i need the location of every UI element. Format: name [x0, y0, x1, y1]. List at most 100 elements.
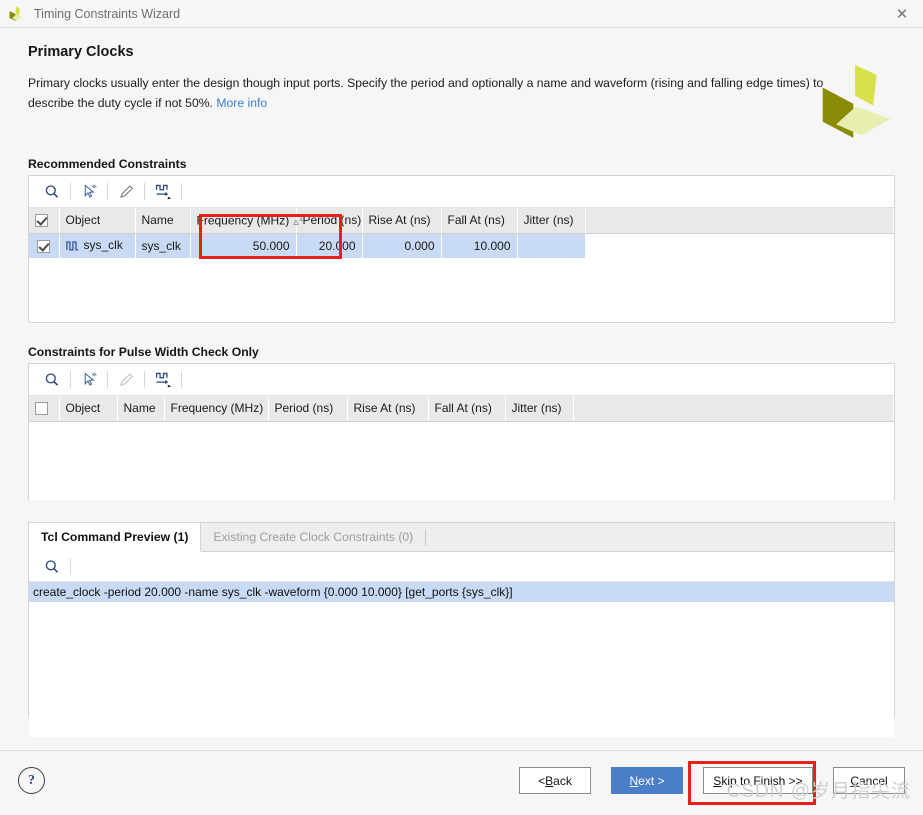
window-titlebar: Timing Constraints Wizard ✕: [0, 0, 923, 28]
tab-divider: [425, 528, 427, 546]
recommended-constraints-table: Object Name Frequency (MHz) ▵1 Period (ns…: [29, 208, 894, 259]
table-header-row: Object Name Frequency (MHz) Period (ns) …: [29, 396, 894, 422]
column-header-frequency-label: Frequency (MHz): [196, 213, 290, 228]
skip-to-finish-button-post: kip to Finish >>: [721, 773, 803, 788]
cell-filler: [585, 233, 894, 259]
xilinx-logo-icon: [6, 4, 26, 24]
column-header-name[interactable]: Name: [117, 396, 165, 422]
column-header-jitter[interactable]: Jitter (ns): [517, 208, 586, 234]
next-button[interactable]: Next >: [611, 767, 683, 794]
cell-object: sys_clk: [59, 233, 136, 259]
tcl-command-line[interactable]: create_clock -period 20.000 -name sys_cl…: [29, 582, 894, 602]
toolbar-divider: [70, 183, 71, 200]
column-header-name[interactable]: Name: [135, 208, 191, 234]
more-info-link[interactable]: More info: [216, 96, 267, 110]
checkbox-glyph: [37, 239, 51, 253]
column-header-fall-at[interactable]: Fall At (ns): [428, 396, 506, 422]
select-objects-icon[interactable]: [74, 367, 104, 393]
cancel-button[interactable]: Cancel: [833, 767, 905, 794]
table-header-row: Object Name Frequency (MHz) ▵1 Period (ns…: [29, 208, 894, 234]
back-button-accel: B: [545, 773, 554, 788]
cell-frequency: 50.000: [190, 233, 297, 259]
sort-ascending-icon: ▵1: [293, 212, 304, 228]
page-header: Primary Clocks Primary clocks usually en…: [0, 28, 923, 138]
toolbar-divider: [107, 183, 108, 200]
close-icon[interactable]: ✕: [881, 0, 923, 28]
checkbox-glyph: [35, 214, 48, 228]
column-header-jitter[interactable]: Jitter (ns): [505, 396, 574, 422]
cell-jitter: [517, 233, 586, 259]
cancel-button-accel: C: [850, 773, 859, 788]
pulse-width-constraints-table: Object Name Frequency (MHz) Period (ns) …: [29, 396, 894, 422]
row-checkbox[interactable]: [29, 233, 60, 259]
edit-pencil-icon[interactable]: [111, 179, 141, 205]
back-button[interactable]: < Back: [519, 767, 591, 794]
page-description: Primary clocks usually enter the design …: [28, 73, 828, 113]
pulse-width-toolbar: [29, 364, 894, 396]
column-header-period[interactable]: Period (ns): [268, 396, 348, 422]
toolbar-divider: [107, 371, 108, 388]
window-title: Timing Constraints Wizard: [34, 6, 181, 21]
preview-tabstrip: Tcl Command Preview (1) Existing Create …: [29, 523, 894, 552]
next-button-post: ext >: [638, 773, 665, 788]
pulse-width-table-empty-area: [29, 421, 894, 500]
column-header-frequency[interactable]: Frequency (MHz): [164, 396, 269, 422]
clock-waveform-icon[interactable]: [148, 367, 178, 393]
column-header-object[interactable]: Object: [59, 396, 118, 422]
toolbar-divider: [181, 183, 182, 200]
xilinx-logo: [811, 56, 901, 146]
cancel-button-post: ancel: [858, 773, 888, 788]
recommended-constraints-title: Recommended Constraints: [28, 157, 187, 171]
help-button[interactable]: ?: [18, 767, 45, 794]
toolbar-divider: [144, 183, 145, 200]
toolbar-divider: [70, 371, 71, 388]
column-header-frequency[interactable]: Frequency (MHz) ▵1: [190, 208, 303, 234]
column-header-rise-at[interactable]: Rise At (ns): [362, 208, 442, 234]
tab-existing-create-clock-constraints-label: Existing Create Clock Constraints (0): [213, 530, 414, 544]
next-button-accel: N: [629, 773, 639, 788]
search-icon[interactable]: [37, 179, 67, 205]
clock-signal-icon: [65, 240, 79, 254]
skip-to-finish-button-accel: S: [713, 773, 722, 788]
tab-tcl-command-preview[interactable]: Tcl Command Preview (1): [29, 523, 202, 552]
search-icon[interactable]: [37, 554, 67, 580]
column-header-filler: [573, 396, 894, 422]
pulse-width-constraints-title: Constraints for Pulse Width Check Only: [28, 345, 259, 359]
tab-existing-create-clock-constraints[interactable]: Existing Create Clock Constraints (0): [201, 523, 426, 551]
select-objects-icon[interactable]: [74, 179, 104, 205]
select-all-checkbox[interactable]: [29, 208, 60, 234]
edit-pencil-icon: [111, 367, 141, 393]
skip-to-finish-button[interactable]: Skip to Finish >>: [703, 767, 813, 794]
search-icon[interactable]: [37, 367, 67, 393]
pulse-width-constraints-panel: Object Name Frequency (MHz) Period (ns) …: [28, 363, 895, 500]
back-button-post: ack: [553, 773, 572, 788]
clock-waveform-icon[interactable]: [148, 179, 178, 205]
recommended-table-empty-area: [29, 258, 894, 319]
column-header-filler: [585, 208, 894, 234]
toolbar-divider: [144, 371, 145, 388]
select-all-checkbox[interactable]: [29, 396, 60, 422]
toolbar-divider: [181, 371, 182, 388]
table-row[interactable]: sys_clk sys_clk 50.000 20.000 0.000 10.0…: [29, 233, 894, 259]
checkbox-glyph: [35, 402, 48, 416]
preview-toolbar: [29, 552, 894, 582]
column-header-object[interactable]: Object: [59, 208, 136, 234]
column-header-rise-at[interactable]: Rise At (ns): [347, 396, 429, 422]
recommended-toolbar: [29, 176, 894, 208]
cell-name: sys_clk: [135, 233, 191, 259]
back-button-pre: <: [538, 773, 546, 788]
sort-order-index: 1: [298, 212, 304, 222]
tab-tcl-command-preview-label: Tcl Command Preview (1): [41, 530, 189, 544]
column-header-period[interactable]: Period (ns): [296, 208, 363, 234]
wizard-button-row: < Back Next > Skip to Finish >> Cancel: [519, 767, 905, 794]
page-description-text: Primary clocks usually enter the design …: [28, 76, 824, 110]
cell-period: 20.000: [296, 233, 363, 259]
tcl-preview-empty-area: [29, 602, 894, 737]
cell-fall-at: 10.000: [441, 233, 518, 259]
column-header-fall-at[interactable]: Fall At (ns): [441, 208, 518, 234]
preview-panel: Tcl Command Preview (1) Existing Create …: [28, 522, 895, 737]
cell-rise-at: 0.000: [362, 233, 442, 259]
cell-object-text: sys_clk: [83, 237, 123, 252]
recommended-constraints-panel: Object Name Frequency (MHz) ▵1 Period (ns…: [28, 175, 895, 323]
page-title: Primary Clocks: [28, 44, 134, 60]
